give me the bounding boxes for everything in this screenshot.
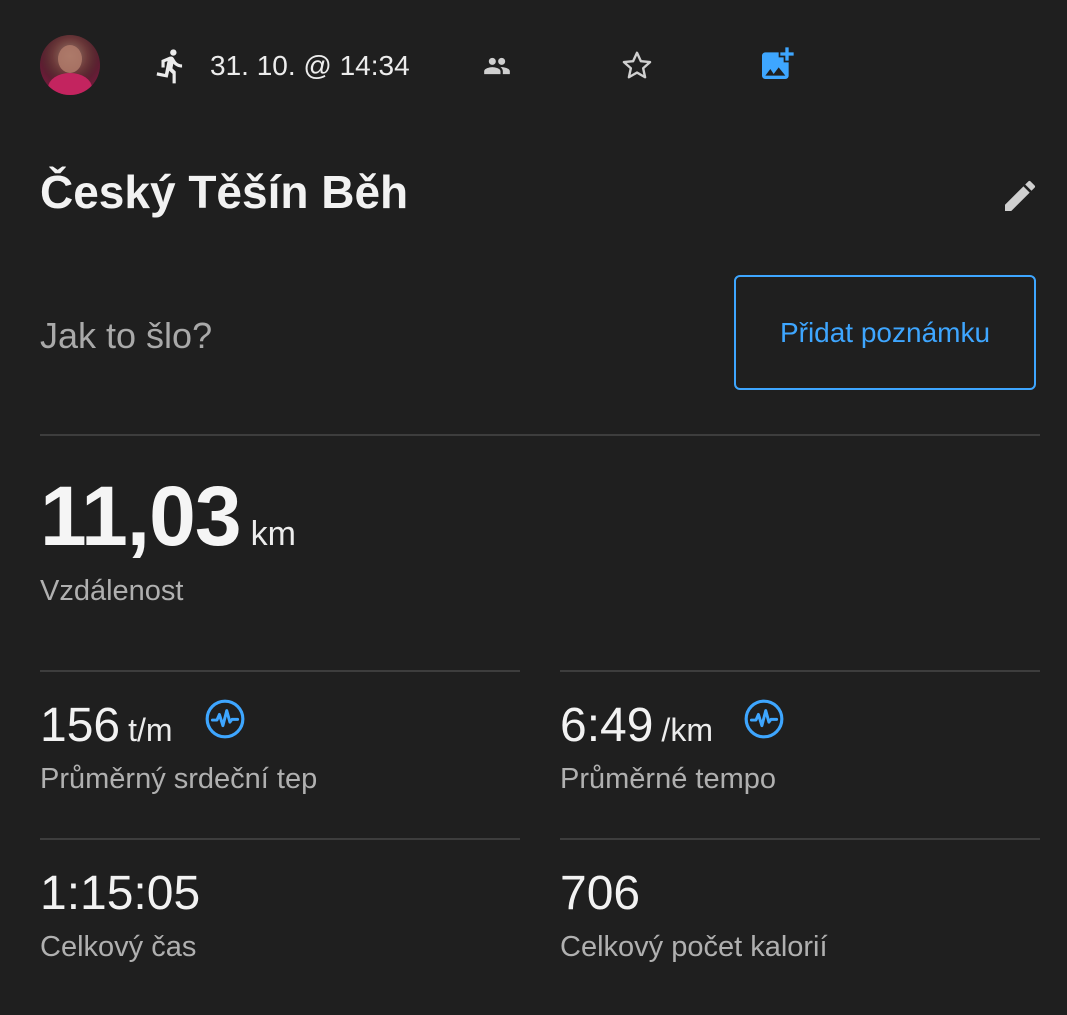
people-icon[interactable]: [482, 52, 512, 80]
add-photo-icon[interactable]: [757, 44, 797, 84]
pencil-icon[interactable]: [1000, 176, 1040, 216]
total-time-label: Celkový čas: [40, 931, 197, 963]
activity-date: 31. 10. @ 14:34: [210, 50, 410, 81]
heart-rate-stat: 156 t/m: [40, 698, 173, 758]
divider: [560, 838, 1040, 840]
heart-rate-unit: t/m: [128, 712, 173, 748]
calories-value: 706: [560, 867, 641, 920]
note-prompt: Jak to šlo?: [40, 315, 213, 356]
running-icon: [156, 49, 183, 84]
distance-stat: 11,03 km: [40, 470, 296, 580]
calories-label: Celkový počet kalorií: [560, 931, 828, 963]
distance-unit: km: [250, 515, 296, 553]
heart-rate-icon[interactable]: [743, 698, 785, 740]
heart-rate-icon[interactable]: [204, 698, 246, 740]
activity-title: Český Těšín Běh: [40, 166, 409, 218]
divider: [40, 670, 520, 672]
divider: [40, 434, 1040, 436]
pace-unit: /km: [661, 712, 713, 748]
divider: [560, 670, 1040, 672]
star-icon[interactable]: [619, 48, 655, 84]
divider: [40, 838, 520, 840]
avatar-face: [58, 45, 82, 73]
distance-value: 11,03: [40, 469, 242, 563]
heart-rate-label: Průměrný srdeční tep: [40, 763, 318, 795]
distance-label: Vzdálenost: [40, 575, 184, 607]
pace-label: Průměrné tempo: [560, 763, 776, 795]
add-note-button[interactable]: Přidat poznámku: [734, 275, 1036, 390]
total-time-value: 1:15:05: [40, 867, 201, 920]
heart-rate-value: 156: [40, 699, 121, 752]
pace-stat: 6:49/km: [560, 698, 713, 758]
pace-value: 6:49: [560, 699, 654, 752]
user-avatar[interactable]: [40, 35, 100, 95]
avatar-shirt: [48, 73, 92, 95]
